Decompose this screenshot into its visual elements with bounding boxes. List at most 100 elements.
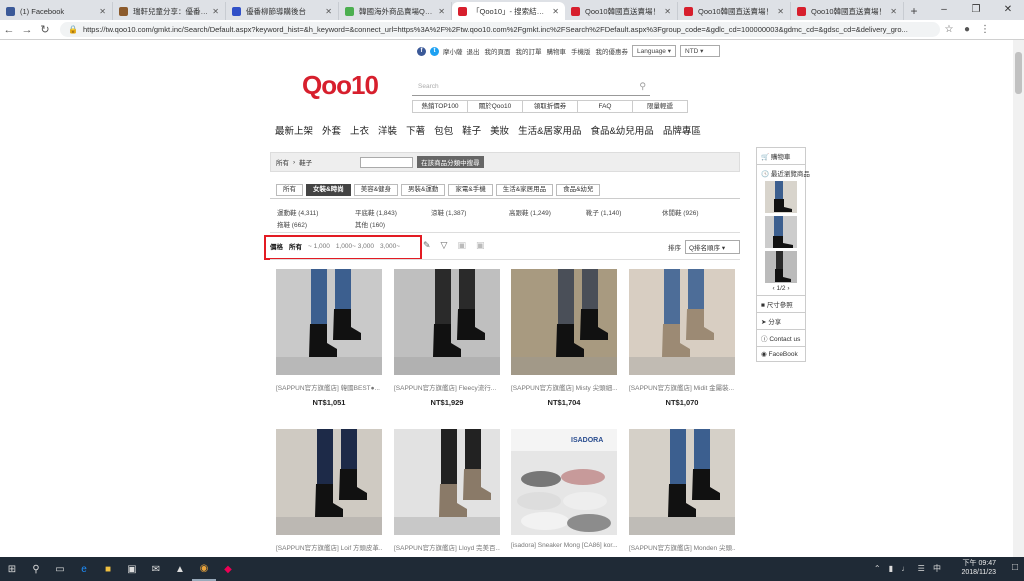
recent-thumbnail[interactable] [765, 251, 797, 283]
url-field[interactable]: 🔒 https://tw.qoo10.com/gmkt.inc/Search/D… [60, 22, 940, 37]
top-link[interactable]: 我的訂單 [516, 46, 542, 56]
product-name[interactable]: [SAPPUN官方旗艦店] 韓國BEST●... [276, 382, 382, 392]
subcategory-link[interactable]: 高跟鞋 (1,249) [509, 207, 551, 217]
browser-tab[interactable]: 優番柳節導購後台 ✕ [226, 2, 339, 20]
close-icon[interactable]: ✕ [992, 0, 1024, 20]
product-image-frame[interactable] [276, 429, 382, 535]
product-image-frame[interactable] [394, 429, 500, 535]
close-icon[interactable]: ✕ [325, 7, 332, 16]
main-nav-item[interactable]: 鞋子 [462, 123, 481, 137]
product-card[interactable]: [SAPPUN官方旗艦店] Monden 尖頭... [629, 429, 735, 557]
product-card[interactable]: [SAPPUN官方旗艦店] Midit 金屬裝... NT$1,070 [629, 269, 735, 407]
new-tab-button[interactable]: + [904, 2, 924, 20]
main-nav-item[interactable]: 最新上架 [275, 123, 313, 137]
browser-tab[interactable]: 韓國海外商品賣場Qoo10快 ✕ [339, 2, 452, 20]
main-nav-item[interactable]: 品牌專區 [663, 123, 701, 137]
back-icon[interactable]: ← [0, 24, 18, 36]
product-card[interactable]: [SAPPUN官方旗艦店] Fleecy流行... NT$1,929 [394, 269, 500, 407]
top-link[interactable]: 退出 [467, 46, 480, 56]
maximize-icon[interactable]: ❐ [960, 0, 992, 20]
close-icon[interactable]: ✕ [99, 7, 106, 16]
mail-icon[interactable]: ✉ [144, 557, 168, 581]
twitter-icon[interactable]: t [430, 46, 439, 56]
prev-icon[interactable]: ‹ [772, 285, 774, 292]
main-nav-item[interactable]: 包包 [434, 123, 453, 137]
top-link[interactable]: 手機版 [571, 46, 591, 56]
product-name[interactable]: [SAPPUN官方旗艦店] Lloyd 完美百... [394, 542, 500, 552]
reload-icon[interactable]: ↻ [36, 23, 54, 36]
product-card[interactable]: [SAPPUN官方旗艦店] Loif 方頭皮革... [276, 429, 382, 557]
filter-icon[interactable]: ▽ [441, 240, 448, 251]
shipping-icon[interactable]: ▣ [476, 240, 485, 251]
contact-link[interactable]: ⓘ Contact us [756, 329, 806, 347]
category-tab[interactable]: 生活&家居用品 [495, 184, 554, 196]
category-tab[interactable]: 女裝&時尚 [306, 184, 351, 196]
qoo10-logo[interactable]: Qoo10 [302, 70, 379, 101]
product-image-frame[interactable] [629, 429, 735, 535]
quick-link[interactable]: 熱銷TOP100 [412, 100, 468, 113]
top-link[interactable]: 購物車 [547, 46, 567, 56]
category-tab[interactable]: 家電&手機 [448, 184, 493, 196]
close-icon[interactable]: ✕ [664, 7, 671, 16]
system-tray[interactable]: ⌃ ▮ ♩ ☰ 中 [874, 563, 944, 574]
close-icon[interactable]: ✕ [890, 7, 897, 16]
product-image-frame[interactable] [394, 269, 500, 375]
top-link[interactable]: 我的優惠券 [596, 46, 629, 56]
minimize-icon[interactable]: – [928, 0, 960, 20]
subcategory-link[interactable]: 運動鞋 (4,311) [277, 207, 318, 217]
product-image-frame[interactable] [629, 269, 735, 375]
main-nav-item[interactable]: 上衣 [350, 123, 369, 137]
product-card[interactable]: [SAPPUN官方旗艦店] Misty 尖頭細... NT$1,704 [511, 269, 617, 407]
subcategory-link[interactable]: 靴子 (1,140) [586, 207, 621, 217]
store-icon[interactable]: ▣ [120, 557, 144, 581]
size-guide-link[interactable]: ■ 尺寸參照 [756, 295, 806, 313]
main-nav-item[interactable]: 外套 [322, 123, 341, 137]
photos-icon[interactable]: ▲ [168, 557, 192, 581]
user-name[interactable]: 摩小薩 [443, 46, 463, 56]
breadcrumb-current[interactable]: 鞋子 [299, 157, 312, 167]
quick-link[interactable]: 關於Qoo10 [467, 100, 523, 113]
quick-link[interactable]: 限量輕遞 [632, 100, 688, 113]
product-name[interactable]: [SAPPUN官方旗艦店] Misty 尖頭細... [511, 382, 617, 392]
product-card[interactable]: [SAPPUN官方旗艦店] 韓國BEST●... NT$1,051 [276, 269, 382, 407]
currency-select[interactable]: NTD ▾ [680, 45, 720, 57]
category-tab[interactable]: 所有 [276, 184, 303, 196]
recent-thumbnail[interactable] [765, 181, 797, 213]
facebook-link[interactable]: ◉ FaceBook [756, 346, 806, 362]
browser-tab[interactable]: Qoo10韓國直送賣場！ ✕ [565, 2, 678, 20]
task-view-icon[interactable]: ▭ [48, 557, 72, 581]
subcategory-link[interactable]: 其他 (160) [355, 219, 385, 229]
menu-icon[interactable]: ⋮ [976, 24, 994, 35]
share-link[interactable]: ➤ 分享 [756, 312, 806, 330]
star-icon[interactable]: ☆ [940, 24, 958, 35]
product-card[interactable]: [SAPPUN官方旗艦店] Lloyd 完美百... [394, 429, 500, 557]
top-link[interactable]: 我的頁面 [485, 46, 511, 56]
product-name[interactable]: [SAPPUN官方旗艦店] Monden 尖頭... [629, 542, 735, 552]
notification-icon[interactable]: □ [1012, 562, 1018, 573]
breadcrumb-root[interactable]: 所有 [276, 157, 289, 167]
main-nav-item[interactable]: 洋裝 [378, 123, 397, 137]
category-tab[interactable]: 美容&健身 [353, 184, 399, 196]
chrome-icon[interactable]: ◉ [192, 557, 216, 581]
browser-tab[interactable]: 瑞軒兒童分享：優番柳丁 ✕ [113, 2, 226, 20]
file-explorer-icon[interactable]: ■ [96, 557, 120, 581]
main-nav-item[interactable]: 食品&幼兒用品 [590, 123, 653, 137]
product-name[interactable]: [SAPPUN官方旗艦店] Fleecy流行... [394, 382, 500, 392]
close-icon[interactable]: ✕ [212, 7, 219, 16]
search-icon[interactable]: ⚲ [639, 81, 646, 92]
forward-icon[interactable]: → [18, 24, 36, 36]
browser-tab[interactable]: (1) Facebook ✕ [0, 2, 113, 20]
sort-dropdown[interactable]: Q排名順序 ▾ [685, 240, 740, 254]
page-scrollbar[interactable] [1013, 40, 1024, 557]
facebook-icon[interactable]: f [417, 46, 426, 56]
search-input[interactable]: Search ⚲ [412, 78, 650, 96]
extension-icon[interactable]: ● [958, 24, 976, 35]
product-name[interactable]: [SAPPUN官方旗艦店] Midit 金屬裝... [629, 382, 735, 392]
scrollbar-thumb[interactable] [1015, 52, 1022, 94]
edge-icon[interactable]: e [72, 557, 96, 581]
close-icon[interactable]: ✕ [552, 7, 559, 16]
close-icon[interactable]: ✕ [777, 7, 784, 16]
subcategory-link[interactable]: 涼鞋 (1,387) [431, 207, 466, 217]
quick-link[interactable]: FAQ [577, 100, 633, 113]
pencil-icon[interactable]: ✎ [423, 240, 431, 251]
